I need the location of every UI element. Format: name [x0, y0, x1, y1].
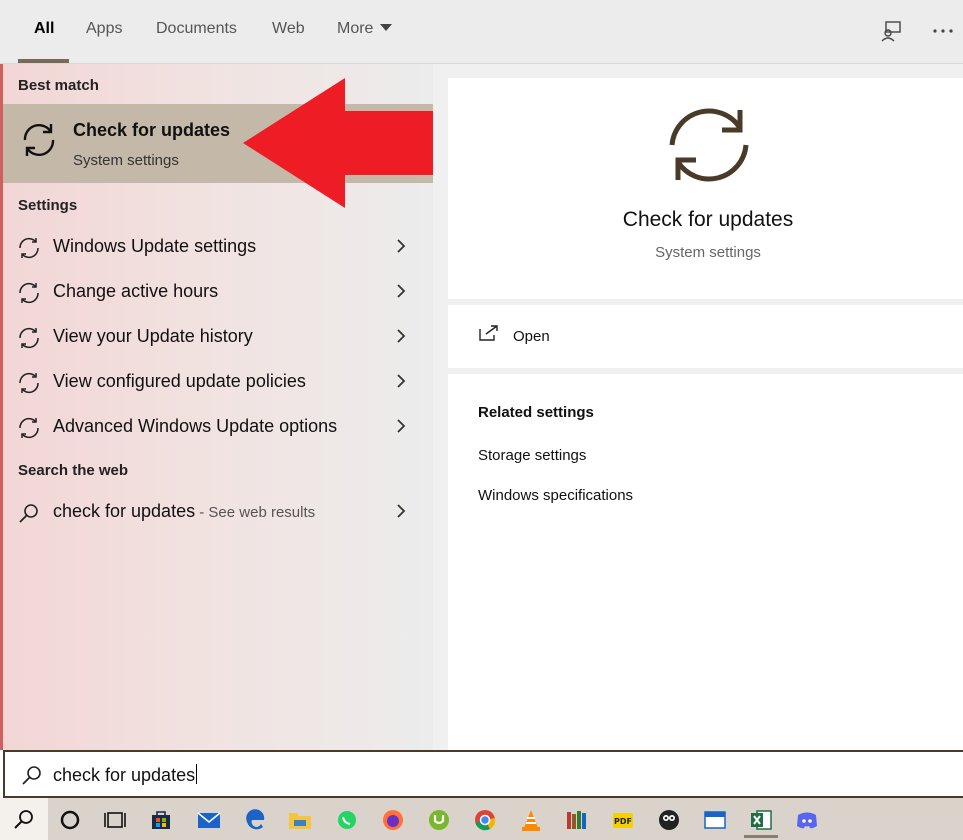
open-label: Open — [513, 328, 550, 345]
settings-item[interactable]: View your Update history — [0, 315, 433, 360]
text-caret — [196, 764, 198, 784]
vlc-icon[interactable] — [511, 802, 551, 838]
detail-panel: Check for updates System settings Open R… — [433, 64, 963, 750]
discord-icon[interactable] — [787, 802, 827, 838]
more-options-icon[interactable] — [930, 18, 956, 44]
related-link-windows-specs[interactable]: Windows specifications — [478, 487, 633, 504]
whatsapp-icon[interactable] — [327, 802, 367, 838]
chevron-right-icon — [396, 417, 406, 440]
settings-item[interactable]: Advanced Windows Update options — [0, 405, 433, 450]
file-explorer-icon[interactable] — [280, 802, 320, 838]
see-web-results: - See web results — [195, 504, 316, 521]
pdf-icon[interactable]: PDF — [603, 802, 643, 838]
excel-icon[interactable] — [741, 802, 781, 838]
best-match-subtitle: System settings — [73, 152, 179, 169]
search-icon — [21, 764, 43, 791]
settings-item-label: Advanced Windows Update options — [53, 416, 338, 436]
best-match-title: Check for updates — [73, 120, 231, 140]
firefox-icon[interactable] — [373, 802, 413, 838]
feedback-icon[interactable] — [878, 18, 904, 44]
refresh-icon — [17, 281, 41, 310]
web-search-query: check for updates — [53, 501, 196, 521]
search-web-header: Search the web — [18, 462, 129, 479]
open-external-icon — [478, 325, 500, 346]
edge-icon[interactable] — [235, 802, 275, 838]
task-view-icon[interactable] — [95, 802, 135, 838]
refresh-icon — [17, 371, 41, 400]
refresh-icon — [17, 118, 61, 167]
utorrent-icon[interactable] — [419, 802, 459, 838]
search-box[interactable]: check for updates — [3, 750, 963, 798]
settings-item[interactable]: View configured update policies — [0, 360, 433, 405]
tab-all[interactable]: All — [34, 20, 54, 38]
search-input[interactable]: check for updates — [53, 764, 198, 786]
search-icon — [17, 501, 41, 530]
mail-icon[interactable] — [189, 802, 229, 838]
active-tab-indicator — [18, 59, 69, 63]
best-match-header: Best match — [18, 77, 99, 94]
web-search-item[interactable]: check for updates - See web results — [0, 490, 433, 535]
divider — [448, 368, 963, 374]
open-action[interactable]: Open — [478, 324, 550, 346]
refresh-icon — [17, 236, 41, 265]
tab-apps[interactable]: Apps — [86, 20, 122, 38]
svg-text:PDF: PDF — [614, 817, 632, 826]
detail-subtitle: System settings — [655, 244, 761, 261]
detail-title: Check for updates — [622, 208, 794, 231]
chevron-right-icon — [396, 327, 406, 350]
settings-item[interactable]: Change active hours — [0, 270, 433, 315]
divider — [448, 299, 963, 305]
search-tabs-bar: All Apps Documents Web More — [0, 0, 963, 64]
chrome-icon[interactable] — [465, 802, 505, 838]
settings-item-label: Change active hours — [53, 281, 219, 301]
chevron-right-icon — [396, 237, 406, 260]
tab-more[interactable]: More — [337, 20, 393, 38]
settings-item-label: Windows Update settings — [53, 236, 257, 256]
books-icon[interactable] — [557, 802, 597, 838]
tab-web[interactable]: Web — [272, 20, 305, 38]
chevron-right-icon — [396, 502, 406, 525]
media-icon[interactable] — [649, 802, 689, 838]
caret-down-icon — [380, 24, 393, 31]
settings-header: Settings — [18, 197, 78, 214]
web-search-label: check for updates - See web results — [53, 501, 315, 522]
chevron-right-icon — [396, 282, 406, 305]
chevron-right-icon — [396, 372, 406, 395]
refresh-icon — [17, 416, 41, 445]
window-app-icon[interactable] — [695, 802, 735, 838]
related-link-storage[interactable]: Storage settings — [478, 447, 586, 464]
tab-more-label: More — [337, 20, 374, 37]
settings-item[interactable]: Windows Update settings — [0, 225, 433, 270]
search-input-value: check for updates — [53, 765, 196, 785]
store-icon[interactable] — [141, 802, 181, 838]
settings-item-label: View configured update policies — [53, 371, 306, 391]
settings-item-label: View your Update history — [53, 326, 253, 346]
red-arrow-annotation — [243, 78, 444, 208]
taskbar: PDF — [0, 798, 963, 840]
cortana-icon[interactable] — [50, 802, 90, 838]
detail-card: Check for updates System settings Open R… — [448, 78, 963, 750]
search-icon[interactable] — [0, 798, 48, 840]
tab-documents[interactable]: Documents — [156, 20, 237, 38]
refresh-icon — [17, 326, 41, 355]
related-settings-header: Related settings — [478, 404, 594, 421]
refresh-icon — [666, 102, 752, 193]
